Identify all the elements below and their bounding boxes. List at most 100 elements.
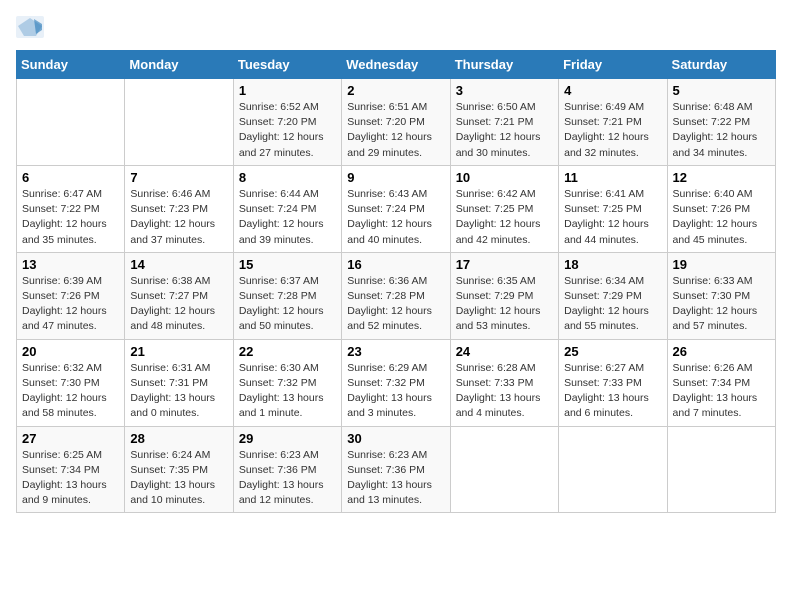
day-number: 10: [456, 170, 553, 185]
day-info: Sunrise: 6:50 AM Sunset: 7:21 PM Dayligh…: [456, 100, 553, 161]
calendar-cell: 22 Sunrise: 6:30 AM Sunset: 7:32 PM Dayli…: [233, 339, 341, 426]
calendar-table: SundayMondayTuesdayWednesdayThursdayFrid…: [16, 50, 776, 513]
day-number: 20: [22, 344, 119, 359]
calendar-cell: 11 Sunrise: 6:41 AM Sunset: 7:25 PM Dayli…: [559, 165, 667, 252]
day-info: Sunrise: 6:48 AM Sunset: 7:22 PM Dayligh…: [673, 100, 770, 161]
day-number: 29: [239, 431, 336, 446]
weekday-header-thursday: Thursday: [450, 51, 558, 79]
day-info: Sunrise: 6:25 AM Sunset: 7:34 PM Dayligh…: [22, 448, 119, 509]
day-info: Sunrise: 6:26 AM Sunset: 7:34 PM Dayligh…: [673, 361, 770, 422]
day-info: Sunrise: 6:42 AM Sunset: 7:25 PM Dayligh…: [456, 187, 553, 248]
day-info: Sunrise: 6:24 AM Sunset: 7:35 PM Dayligh…: [130, 448, 227, 509]
day-number: 22: [239, 344, 336, 359]
day-number: 21: [130, 344, 227, 359]
page-header: [16, 16, 776, 38]
day-info: Sunrise: 6:49 AM Sunset: 7:21 PM Dayligh…: [564, 100, 661, 161]
calendar-cell: 7 Sunrise: 6:46 AM Sunset: 7:23 PM Daylig…: [125, 165, 233, 252]
calendar-week-row: 27Sunrise: 6:25 AM Sunset: 7:34 PM Dayli…: [17, 426, 776, 513]
day-number: 8: [239, 170, 336, 185]
calendar-cell: [450, 426, 558, 513]
day-info: Sunrise: 6:40 AM Sunset: 7:26 PM Dayligh…: [673, 187, 770, 248]
day-number: 15: [239, 257, 336, 272]
day-number: 2: [347, 83, 444, 98]
day-info: Sunrise: 6:39 AM Sunset: 7:26 PM Dayligh…: [22, 274, 119, 335]
calendar-cell: 26Sunrise: 6:26 AM Sunset: 7:34 PM Dayli…: [667, 339, 775, 426]
weekday-header-wednesday: Wednesday: [342, 51, 450, 79]
calendar-cell: 13 Sunrise: 6:39 AM Sunset: 7:26 PM Dayli…: [17, 252, 125, 339]
calendar-cell: 8Sunrise: 6:44 AM Sunset: 7:24 PM Daylig…: [233, 165, 341, 252]
day-number: 3: [456, 83, 553, 98]
day-info: Sunrise: 6:51 AM Sunset: 7:20 PM Dayligh…: [347, 100, 444, 161]
calendar-cell: [559, 426, 667, 513]
day-info: Sunrise: 6:36 AM Sunset: 7:28 PM Dayligh…: [347, 274, 444, 335]
calendar-cell: [17, 79, 125, 166]
day-info: Sunrise: 6:38 AM Sunset: 7:27 PM Dayligh…: [130, 274, 227, 335]
day-number: 28: [130, 431, 227, 446]
calendar-cell: 4 Sunrise: 6:49 AM Sunset: 7:21 PM Daylig…: [559, 79, 667, 166]
day-number: 25: [564, 344, 661, 359]
calendar-cell: 23 Sunrise: 6:29 AM Sunset: 7:32 PM Dayli…: [342, 339, 450, 426]
day-number: 19: [673, 257, 770, 272]
weekday-header-saturday: Saturday: [667, 51, 775, 79]
day-info: Sunrise: 6:29 AM Sunset: 7:32 PM Dayligh…: [347, 361, 444, 422]
calendar-cell: 1Sunrise: 6:52 AM Sunset: 7:20 PM Daylig…: [233, 79, 341, 166]
day-info: Sunrise: 6:31 AM Sunset: 7:31 PM Dayligh…: [130, 361, 227, 422]
calendar-cell: [125, 79, 233, 166]
day-info: Sunrise: 6:35 AM Sunset: 7:29 PM Dayligh…: [456, 274, 553, 335]
calendar-cell: 14 Sunrise: 6:38 AM Sunset: 7:27 PM Dayli…: [125, 252, 233, 339]
calendar-cell: 10 Sunrise: 6:42 AM Sunset: 7:25 PM Dayli…: [450, 165, 558, 252]
day-info: Sunrise: 6:52 AM Sunset: 7:20 PM Dayligh…: [239, 100, 336, 161]
calendar-week-row: 13 Sunrise: 6:39 AM Sunset: 7:26 PM Dayli…: [17, 252, 776, 339]
logo: [16, 16, 48, 38]
day-info: Sunrise: 6:23 AM Sunset: 7:36 PM Dayligh…: [347, 448, 444, 509]
day-number: 14: [130, 257, 227, 272]
calendar-cell: 20 Sunrise: 6:32 AM Sunset: 7:30 PM Dayli…: [17, 339, 125, 426]
calendar-cell: 30 Sunrise: 6:23 AM Sunset: 7:36 PM Dayli…: [342, 426, 450, 513]
day-number: 18: [564, 257, 661, 272]
day-number: 17: [456, 257, 553, 272]
calendar-cell: 12 Sunrise: 6:40 AM Sunset: 7:26 PM Dayli…: [667, 165, 775, 252]
day-info: Sunrise: 6:33 AM Sunset: 7:30 PM Dayligh…: [673, 274, 770, 335]
day-number: 13: [22, 257, 119, 272]
day-number: 5: [673, 83, 770, 98]
calendar-cell: 29 Sunrise: 6:23 AM Sunset: 7:36 PM Dayli…: [233, 426, 341, 513]
calendar-cell: 16 Sunrise: 6:36 AM Sunset: 7:28 PM Dayli…: [342, 252, 450, 339]
calendar-cell: 19 Sunrise: 6:33 AM Sunset: 7:30 PM Dayli…: [667, 252, 775, 339]
calendar-cell: 21 Sunrise: 6:31 AM Sunset: 7:31 PM Dayli…: [125, 339, 233, 426]
day-info: Sunrise: 6:46 AM Sunset: 7:23 PM Dayligh…: [130, 187, 227, 248]
day-info: Sunrise: 6:37 AM Sunset: 7:28 PM Dayligh…: [239, 274, 336, 335]
calendar-cell: 27Sunrise: 6:25 AM Sunset: 7:34 PM Dayli…: [17, 426, 125, 513]
calendar-cell: 17 Sunrise: 6:35 AM Sunset: 7:29 PM Dayli…: [450, 252, 558, 339]
day-number: 23: [347, 344, 444, 359]
calendar-cell: 9 Sunrise: 6:43 AM Sunset: 7:24 PM Daylig…: [342, 165, 450, 252]
day-number: 9: [347, 170, 444, 185]
day-number: 6: [22, 170, 119, 185]
day-number: 24: [456, 344, 553, 359]
calendar-cell: 2 Sunrise: 6:51 AM Sunset: 7:20 PM Daylig…: [342, 79, 450, 166]
weekday-header-sunday: Sunday: [17, 51, 125, 79]
day-info: Sunrise: 6:30 AM Sunset: 7:32 PM Dayligh…: [239, 361, 336, 422]
day-number: 4: [564, 83, 661, 98]
day-number: 16: [347, 257, 444, 272]
calendar-cell: 15 Sunrise: 6:37 AM Sunset: 7:28 PM Dayli…: [233, 252, 341, 339]
day-info: Sunrise: 6:41 AM Sunset: 7:25 PM Dayligh…: [564, 187, 661, 248]
day-info: Sunrise: 6:43 AM Sunset: 7:24 PM Dayligh…: [347, 187, 444, 248]
day-number: 12: [673, 170, 770, 185]
calendar-week-row: 6 Sunrise: 6:47 AM Sunset: 7:22 PM Daylig…: [17, 165, 776, 252]
day-info: Sunrise: 6:32 AM Sunset: 7:30 PM Dayligh…: [22, 361, 119, 422]
day-number: 7: [130, 170, 227, 185]
day-info: Sunrise: 6:23 AM Sunset: 7:36 PM Dayligh…: [239, 448, 336, 509]
weekday-header-friday: Friday: [559, 51, 667, 79]
calendar-cell: [667, 426, 775, 513]
day-info: Sunrise: 6:47 AM Sunset: 7:22 PM Dayligh…: [22, 187, 119, 248]
day-number: 30: [347, 431, 444, 446]
calendar-cell: 5 Sunrise: 6:48 AM Sunset: 7:22 PM Daylig…: [667, 79, 775, 166]
calendar-cell: 6 Sunrise: 6:47 AM Sunset: 7:22 PM Daylig…: [17, 165, 125, 252]
day-info: Sunrise: 6:27 AM Sunset: 7:33 PM Dayligh…: [564, 361, 661, 422]
calendar-cell: 18Sunrise: 6:34 AM Sunset: 7:29 PM Dayli…: [559, 252, 667, 339]
calendar-week-row: 20 Sunrise: 6:32 AM Sunset: 7:30 PM Dayli…: [17, 339, 776, 426]
calendar-cell: 25 Sunrise: 6:27 AM Sunset: 7:33 PM Dayli…: [559, 339, 667, 426]
weekday-header-monday: Monday: [125, 51, 233, 79]
calendar-week-row: 1Sunrise: 6:52 AM Sunset: 7:20 PM Daylig…: [17, 79, 776, 166]
day-number: 11: [564, 170, 661, 185]
